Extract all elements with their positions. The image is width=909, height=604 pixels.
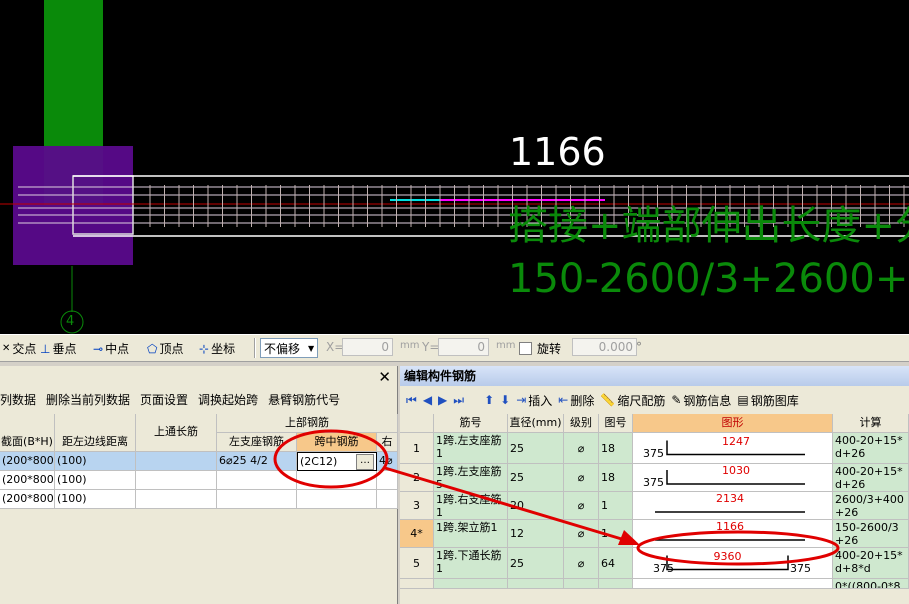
highlight-ellipse-row4 bbox=[636, 530, 840, 566]
arrow-head-icon bbox=[618, 530, 640, 545]
highlight-ellipse-mid bbox=[273, 429, 389, 489]
annotation-arrow bbox=[384, 466, 626, 542]
annotation-overlay bbox=[273, 429, 840, 566]
